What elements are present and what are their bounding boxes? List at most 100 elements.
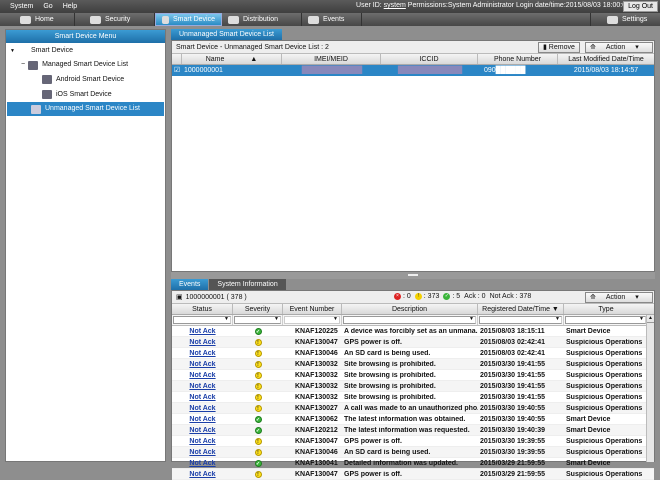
col-modified[interactable]: Last Modified Date/Time xyxy=(558,54,654,64)
event-row[interactable]: Not Ack! KNAF130032 Site browsing is prohi… xyxy=(172,392,654,403)
description-cell: An SD card is being used. xyxy=(344,349,431,357)
col-description[interactable]: Description xyxy=(342,304,478,314)
not-ack-link[interactable]: Not Ack xyxy=(172,449,233,456)
nav-home[interactable]: Home xyxy=(0,13,75,26)
remove-button[interactable]: ▮ Remove xyxy=(538,42,580,53)
nav-settings[interactable]: Settings xyxy=(590,13,660,26)
col-phone[interactable]: Phone Number xyxy=(478,54,558,64)
registered-cell: 2015/03/29 21:59:55 xyxy=(480,459,545,467)
logout-button[interactable]: Log Out xyxy=(623,1,658,12)
sort-asc-icon: ▲ xyxy=(250,56,258,63)
col-type[interactable]: Type xyxy=(564,304,648,314)
events-toolbar: ▣ 1000000001 ( 378 ) ×: 0 !: 373 ✓: 5 Ac… xyxy=(172,291,654,304)
not-ack-link[interactable]: Not Ack xyxy=(172,394,233,401)
not-ack-link[interactable]: Not Ack xyxy=(172,372,233,379)
not-ack-link[interactable]: Not Ack xyxy=(172,383,233,390)
event-row[interactable]: Not Ack! KNAF130046 An SD card is being us… xyxy=(172,348,654,359)
filter-severity-select[interactable] xyxy=(234,316,281,324)
not-ack-link[interactable]: Not Ack xyxy=(172,427,233,434)
panel-splitter[interactable] xyxy=(171,272,655,279)
event-number-cell: KNAF120212 xyxy=(295,426,338,434)
collapse-icon[interactable]: ▼ xyxy=(10,44,15,58)
nav-distribution[interactable]: Distribution xyxy=(222,13,302,26)
col-registered[interactable]: Registered Date/Time ▼ xyxy=(478,304,564,314)
event-row[interactable]: Not Ack! KNAF130046 An SD card is being us… xyxy=(172,447,654,458)
splitter-grip[interactable] xyxy=(408,274,418,276)
nav-smart-device[interactable]: Smart Device xyxy=(155,13,222,26)
user-info: User ID: system Permissions:System Admin… xyxy=(356,2,630,9)
menu-system[interactable]: System xyxy=(10,3,33,10)
severity-cell: ! xyxy=(233,338,283,346)
not-ack-link[interactable]: Not Ack xyxy=(172,460,233,467)
tab-unmanaged-list[interactable]: Unmanaged Smart Device List xyxy=(171,29,282,40)
tree-ios[interactable]: iOS Smart Device xyxy=(6,87,165,102)
event-row[interactable]: Not Ack! KNAF130032 Site browsing is prohi… xyxy=(172,370,654,381)
ios-device-icon xyxy=(42,90,52,99)
tab-system-info[interactable]: System Information xyxy=(209,279,286,290)
select-all-header[interactable] xyxy=(172,54,182,64)
description-cell: Site browsing is prohibited. xyxy=(344,360,436,368)
row-checkbox[interactable]: ☑ xyxy=(172,65,182,76)
col-severity[interactable]: Severity xyxy=(233,304,283,314)
event-row[interactable]: Not Ack ✓ KNAF120225 A device was forcibly … xyxy=(172,326,654,337)
menu-go[interactable]: Go xyxy=(43,3,52,10)
user-id-link[interactable]: system xyxy=(384,2,406,9)
not-ack-link[interactable]: Not Ack xyxy=(172,405,233,412)
tree-android[interactable]: Android Smart Device xyxy=(6,72,165,87)
not-ack-link[interactable]: Not Ack xyxy=(172,416,233,423)
event-row[interactable]: Not Ack! KNAF130047 GPS power is off. 2015/… xyxy=(172,436,654,447)
filter-registered[interactable] xyxy=(478,315,564,325)
collapse-minus-icon[interactable]: − xyxy=(21,58,25,72)
filter-status[interactable] xyxy=(172,315,233,325)
event-row[interactable]: Not Ack! KNAF130027 A call was made to an … xyxy=(172,403,654,414)
event-row[interactable]: Not Ack! KNAF130047 GPS power is off. 2015/… xyxy=(172,469,654,480)
warning-severity-icon: ! xyxy=(254,470,262,478)
tree-unmanaged[interactable]: Unmanaged Smart Device List xyxy=(7,102,164,116)
type-cell: Suspicious Operations xyxy=(566,382,643,390)
filter-status-select[interactable] xyxy=(173,316,231,324)
severity-cell: ! xyxy=(233,360,283,368)
col-event-number[interactable]: Event Number xyxy=(283,304,342,314)
filter-type-select[interactable] xyxy=(565,316,646,324)
event-row[interactable]: Not Ack ✓ KNAF120212 The latest information… xyxy=(172,425,654,436)
not-ack-link[interactable]: Not Ack xyxy=(172,339,233,346)
not-ack-link[interactable]: Not Ack xyxy=(172,350,233,357)
not-ack-link[interactable]: Not Ack xyxy=(172,328,233,335)
col-iccid[interactable]: ICCID xyxy=(381,54,478,64)
not-ack-link[interactable]: Not Ack xyxy=(172,471,233,478)
filter-event-number[interactable] xyxy=(283,315,342,325)
events-scrollbar[interactable]: ▲ xyxy=(646,315,654,462)
warning-severity-icon: ! xyxy=(254,338,262,346)
event-number-cell: KNAF130062 xyxy=(295,415,338,423)
scroll-up-icon[interactable]: ▲ xyxy=(647,315,654,323)
not-ack-link[interactable]: Not Ack xyxy=(172,438,233,445)
event-row[interactable]: Not Ack ✓ KNAF130062 The latest information… xyxy=(172,414,654,425)
events-action-button[interactable]: ⟰ Action ▾ xyxy=(585,292,653,303)
col-status[interactable]: Status xyxy=(172,304,233,314)
event-row[interactable]: Not Ack! KNAF130032 Site browsing is prohi… xyxy=(172,359,654,370)
table-row[interactable]: ☑ 1000000001 ███████████████ ███████████… xyxy=(172,65,654,76)
registered-cell: 2015/03/30 19:41:55 xyxy=(480,393,545,401)
filter-description[interactable] xyxy=(342,315,478,325)
nav-security[interactable]: Security xyxy=(75,13,155,26)
not-ack-link[interactable]: Not Ack xyxy=(172,361,233,368)
event-row[interactable]: Not Ack! KNAF130032 Site browsing is prohi… xyxy=(172,381,654,392)
filter-description-input[interactable] xyxy=(343,316,476,324)
col-imei[interactable]: IMEI/MEID xyxy=(282,54,381,64)
event-row[interactable]: Not Ack ✓ KNAF130041 Detailed information w… xyxy=(172,458,654,469)
menu-help[interactable]: Help xyxy=(63,3,77,10)
tree-smart-device[interactable]: ▼ Smart Device xyxy=(6,44,165,58)
col-name[interactable]: Name ▲ xyxy=(182,54,282,64)
event-row[interactable]: Not Ack! KNAF130047 GPS power is off. 2015/… xyxy=(172,337,654,348)
home-icon xyxy=(20,15,31,24)
action-button[interactable]: ⟰ Action ▾ xyxy=(585,42,653,53)
tree-managed-list[interactable]: − Managed Smart Device List xyxy=(6,58,165,72)
nav-events[interactable]: Events xyxy=(302,13,362,26)
severity-cell: ✓ xyxy=(233,459,283,467)
event-number-cell: KNAF130032 xyxy=(295,360,338,368)
filter-number-input[interactable] xyxy=(284,316,340,324)
filter-severity[interactable] xyxy=(233,315,283,325)
tab-events[interactable]: Events xyxy=(171,279,209,290)
filter-date-select[interactable] xyxy=(479,316,562,324)
filter-type[interactable] xyxy=(564,315,648,325)
